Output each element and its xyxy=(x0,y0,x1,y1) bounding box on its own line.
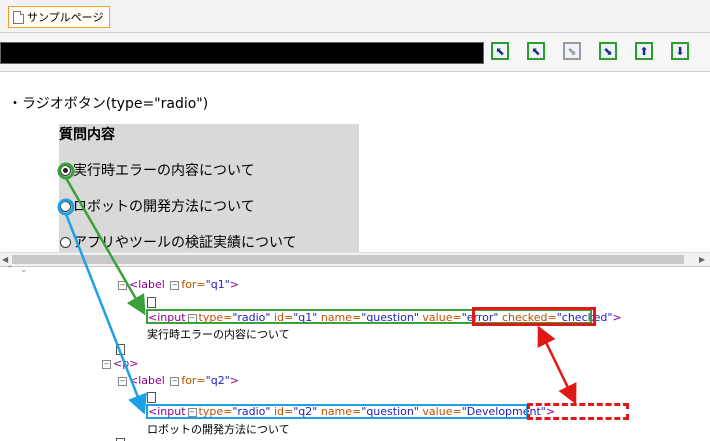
red-comparison-arrow xyxy=(537,325,577,405)
checked-radio-highlight xyxy=(57,162,75,180)
annotation-arrows xyxy=(57,162,577,415)
unchecked-radio-highlight xyxy=(57,198,75,216)
